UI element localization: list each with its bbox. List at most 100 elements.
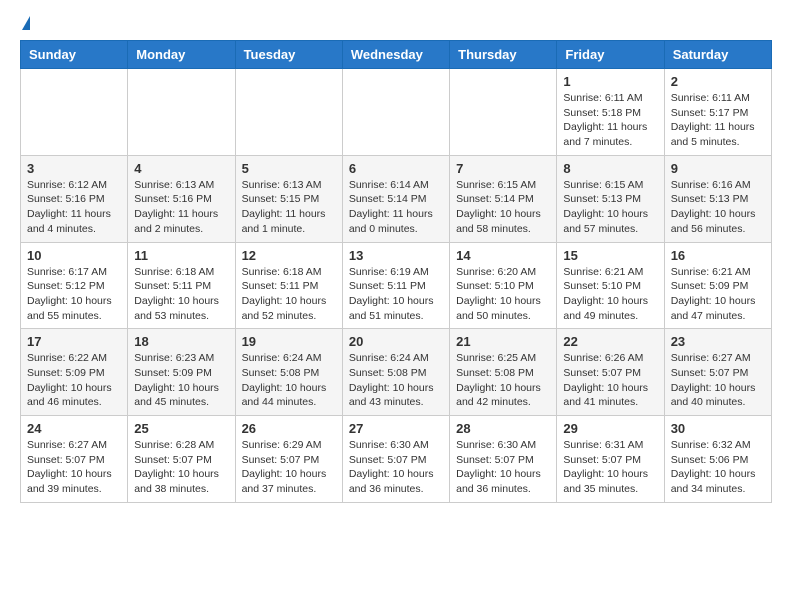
calendar-cell xyxy=(21,69,128,156)
day-info: Sunrise: 6:30 AM Sunset: 5:07 PM Dayligh… xyxy=(456,438,550,497)
calendar-cell: 4 Sunrise: 6:13 AM Sunset: 5:16 PM Daylig… xyxy=(128,155,235,242)
day-number: 9 xyxy=(671,161,765,176)
day-number: 19 xyxy=(242,334,336,349)
day-number: 3 xyxy=(27,161,121,176)
day-info: Sunrise: 6:11 AM Sunset: 5:17 PM Dayligh… xyxy=(671,91,765,150)
calendar-cell: 15 Sunrise: 6:21 AM Sunset: 5:10 PM Dayli… xyxy=(557,242,664,329)
day-info: Sunrise: 6:13 AM Sunset: 5:15 PM Dayligh… xyxy=(242,178,336,237)
day-info: Sunrise: 6:24 AM Sunset: 5:08 PM Dayligh… xyxy=(349,351,443,410)
day-number: 14 xyxy=(456,248,550,263)
day-info: Sunrise: 6:19 AM Sunset: 5:11 PM Dayligh… xyxy=(349,265,443,324)
day-info: Sunrise: 6:27 AM Sunset: 5:07 PM Dayligh… xyxy=(671,351,765,410)
logo xyxy=(20,16,30,30)
day-number: 27 xyxy=(349,421,443,436)
calendar-cell: 12 Sunrise: 6:18 AM Sunset: 5:11 PM Dayli… xyxy=(235,242,342,329)
calendar-week-row: 17 Sunrise: 6:22 AM Sunset: 5:09 PM Dayli… xyxy=(21,329,772,416)
logo-icon xyxy=(22,16,30,30)
day-info: Sunrise: 6:30 AM Sunset: 5:07 PM Dayligh… xyxy=(349,438,443,497)
day-info: Sunrise: 6:20 AM Sunset: 5:10 PM Dayligh… xyxy=(456,265,550,324)
calendar-cell: 30 Sunrise: 6:32 AM Sunset: 5:06 PM Dayli… xyxy=(664,416,771,503)
calendar-cell: 9Sunrise: 6:16 AM Sunset: 5:13 PM Daylig… xyxy=(664,155,771,242)
calendar-week-row: 10 Sunrise: 6:17 AM Sunset: 5:12 PM Dayli… xyxy=(21,242,772,329)
day-info: Sunrise: 6:11 AM Sunset: 5:18 PM Dayligh… xyxy=(563,91,657,150)
day-info: Sunrise: 6:22 AM Sunset: 5:09 PM Dayligh… xyxy=(27,351,121,410)
day-number: 23 xyxy=(671,334,765,349)
calendar-cell xyxy=(235,69,342,156)
calendar-cell: 6 Sunrise: 6:14 AM Sunset: 5:14 PM Daylig… xyxy=(342,155,449,242)
day-number: 24 xyxy=(27,421,121,436)
calendar-cell: 22Sunrise: 6:26 AM Sunset: 5:07 PM Dayli… xyxy=(557,329,664,416)
calendar-cell: 16Sunrise: 6:21 AM Sunset: 5:09 PM Dayli… xyxy=(664,242,771,329)
day-number: 25 xyxy=(134,421,228,436)
calendar-header-row: SundayMondayTuesdayWednesdayThursdayFrid… xyxy=(21,41,772,69)
calendar-cell: 11 Sunrise: 6:18 AM Sunset: 5:11 PM Dayli… xyxy=(128,242,235,329)
day-info: Sunrise: 6:25 AM Sunset: 5:08 PM Dayligh… xyxy=(456,351,550,410)
day-number: 18 xyxy=(134,334,228,349)
calendar-cell: 29 Sunrise: 6:31 AM Sunset: 5:07 PM Dayli… xyxy=(557,416,664,503)
day-number: 21 xyxy=(456,334,550,349)
calendar-cell: 25Sunrise: 6:28 AM Sunset: 5:07 PM Dayli… xyxy=(128,416,235,503)
calendar-cell: 21 Sunrise: 6:25 AM Sunset: 5:08 PM Dayli… xyxy=(450,329,557,416)
day-number: 30 xyxy=(671,421,765,436)
calendar-cell: 27 Sunrise: 6:30 AM Sunset: 5:07 PM Dayli… xyxy=(342,416,449,503)
weekday-header: Monday xyxy=(128,41,235,69)
day-info: Sunrise: 6:17 AM Sunset: 5:12 PM Dayligh… xyxy=(27,265,121,324)
day-number: 20 xyxy=(349,334,443,349)
calendar-cell xyxy=(450,69,557,156)
calendar-cell: 26 Sunrise: 6:29 AM Sunset: 5:07 PM Dayli… xyxy=(235,416,342,503)
day-number: 11 xyxy=(134,248,228,263)
day-info: Sunrise: 6:21 AM Sunset: 5:10 PM Dayligh… xyxy=(563,265,657,324)
day-info: Sunrise: 6:14 AM Sunset: 5:14 PM Dayligh… xyxy=(349,178,443,237)
calendar-cell: 24 Sunrise: 6:27 AM Sunset: 5:07 PM Dayli… xyxy=(21,416,128,503)
calendar-cell: 7 Sunrise: 6:15 AM Sunset: 5:14 PM Daylig… xyxy=(450,155,557,242)
day-info: Sunrise: 6:12 AM Sunset: 5:16 PM Dayligh… xyxy=(27,178,121,237)
weekday-header: Wednesday xyxy=(342,41,449,69)
day-info: Sunrise: 6:26 AM Sunset: 5:07 PM Dayligh… xyxy=(563,351,657,410)
day-info: Sunrise: 6:31 AM Sunset: 5:07 PM Dayligh… xyxy=(563,438,657,497)
day-number: 13 xyxy=(349,248,443,263)
day-info: Sunrise: 6:29 AM Sunset: 5:07 PM Dayligh… xyxy=(242,438,336,497)
weekday-header: Tuesday xyxy=(235,41,342,69)
day-number: 7 xyxy=(456,161,550,176)
day-number: 15 xyxy=(563,248,657,263)
day-info: Sunrise: 6:18 AM Sunset: 5:11 PM Dayligh… xyxy=(134,265,228,324)
calendar-cell xyxy=(128,69,235,156)
day-number: 6 xyxy=(349,161,443,176)
day-number: 1 xyxy=(563,74,657,89)
day-info: Sunrise: 6:32 AM Sunset: 5:06 PM Dayligh… xyxy=(671,438,765,497)
calendar-cell xyxy=(342,69,449,156)
day-number: 28 xyxy=(456,421,550,436)
calendar-cell: 28 Sunrise: 6:30 AM Sunset: 5:07 PM Dayli… xyxy=(450,416,557,503)
day-number: 4 xyxy=(134,161,228,176)
day-number: 26 xyxy=(242,421,336,436)
day-number: 10 xyxy=(27,248,121,263)
calendar-cell: 1 Sunrise: 6:11 AM Sunset: 5:18 PM Daylig… xyxy=(557,69,664,156)
calendar-cell: 5 Sunrise: 6:13 AM Sunset: 5:15 PM Daylig… xyxy=(235,155,342,242)
day-number: 29 xyxy=(563,421,657,436)
weekday-header: Thursday xyxy=(450,41,557,69)
calendar-cell: 2 Sunrise: 6:11 AM Sunset: 5:17 PM Daylig… xyxy=(664,69,771,156)
calendar-cell: 3 Sunrise: 6:12 AM Sunset: 5:16 PM Daylig… xyxy=(21,155,128,242)
day-info: Sunrise: 6:15 AM Sunset: 5:14 PM Dayligh… xyxy=(456,178,550,237)
calendar-week-row: 24 Sunrise: 6:27 AM Sunset: 5:07 PM Dayli… xyxy=(21,416,772,503)
calendar-week-row: 3 Sunrise: 6:12 AM Sunset: 5:16 PM Daylig… xyxy=(21,155,772,242)
day-info: Sunrise: 6:13 AM Sunset: 5:16 PM Dayligh… xyxy=(134,178,228,237)
weekday-header: Sunday xyxy=(21,41,128,69)
day-number: 12 xyxy=(242,248,336,263)
day-number: 5 xyxy=(242,161,336,176)
page: SundayMondayTuesdayWednesdayThursdayFrid… xyxy=(0,0,792,519)
day-info: Sunrise: 6:15 AM Sunset: 5:13 PM Dayligh… xyxy=(563,178,657,237)
calendar-week-row: 1 Sunrise: 6:11 AM Sunset: 5:18 PM Daylig… xyxy=(21,69,772,156)
day-info: Sunrise: 6:23 AM Sunset: 5:09 PM Dayligh… xyxy=(134,351,228,410)
calendar-cell: 19 Sunrise: 6:24 AM Sunset: 5:08 PM Dayli… xyxy=(235,329,342,416)
day-info: Sunrise: 6:24 AM Sunset: 5:08 PM Dayligh… xyxy=(242,351,336,410)
day-number: 8 xyxy=(563,161,657,176)
weekday-header: Friday xyxy=(557,41,664,69)
day-number: 17 xyxy=(27,334,121,349)
calendar-cell: 18 Sunrise: 6:23 AM Sunset: 5:09 PM Dayli… xyxy=(128,329,235,416)
calendar-table: SundayMondayTuesdayWednesdayThursdayFrid… xyxy=(20,40,772,503)
day-number: 2 xyxy=(671,74,765,89)
day-info: Sunrise: 6:27 AM Sunset: 5:07 PM Dayligh… xyxy=(27,438,121,497)
day-info: Sunrise: 6:18 AM Sunset: 5:11 PM Dayligh… xyxy=(242,265,336,324)
calendar-cell: 13 Sunrise: 6:19 AM Sunset: 5:11 PM Dayli… xyxy=(342,242,449,329)
